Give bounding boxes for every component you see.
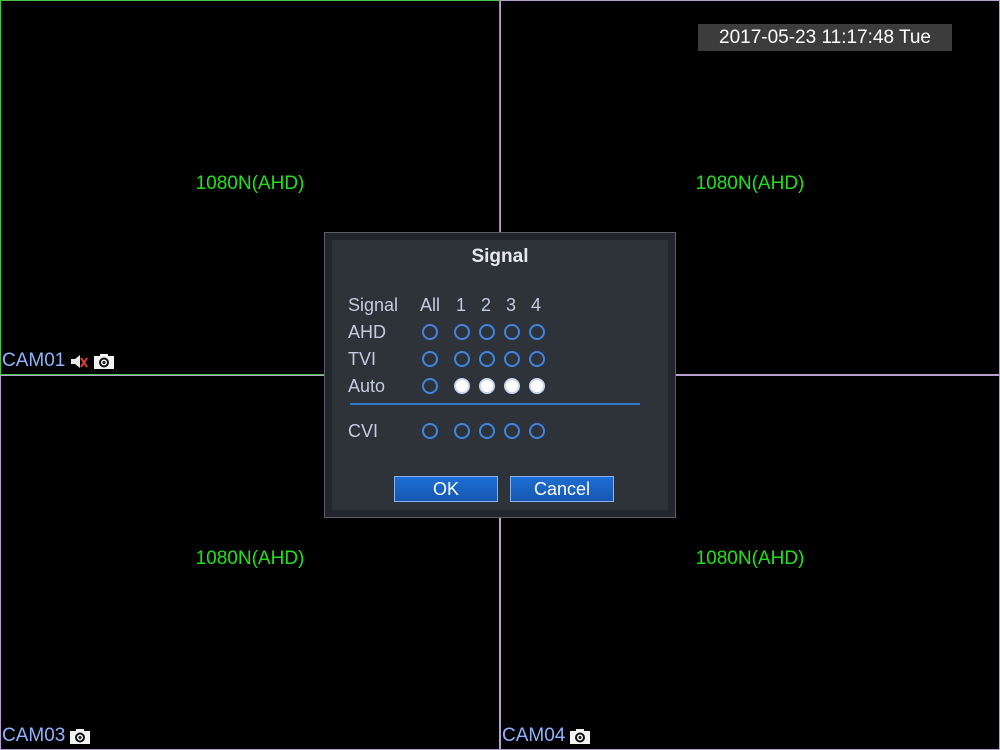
radio-cvi-channel-4[interactable] — [529, 423, 545, 439]
camera-name: CAM03 — [2, 725, 66, 746]
speaker-muted-icon — [71, 354, 89, 368]
radio-auto-channel-1[interactable] — [454, 378, 470, 394]
radio-all-ahd[interactable] — [422, 324, 438, 340]
camera-name: CAM01 — [2, 350, 66, 371]
radio-ahd-channel-3[interactable] — [504, 324, 520, 340]
radio-ahd-channel-4[interactable] — [529, 324, 545, 340]
radio-all-tvi[interactable] — [422, 351, 438, 367]
radio-tvi-channel-4[interactable] — [529, 351, 545, 367]
header-channel-2: 2 — [480, 295, 491, 315]
camera-name: CAM04 — [502, 725, 566, 746]
resolution-label: 1080N(AHD) — [695, 548, 805, 569]
radio-tvi-channel-3[interactable] — [504, 351, 520, 367]
radio-all-auto[interactable] — [422, 378, 438, 394]
radio-tvi-channel-1[interactable] — [454, 351, 470, 367]
radio-auto-channel-2[interactable] — [479, 378, 495, 394]
resolution-label: 1080N(AHD) — [195, 173, 305, 194]
datetime-display: 2017-05-23 11:17:48 Tue — [698, 24, 952, 51]
camera-record-icon — [570, 728, 591, 744]
resolution-label: 1080N(AHD) — [195, 548, 305, 569]
radio-ahd-channel-2[interactable] — [479, 324, 495, 340]
header-label: Signal — [348, 295, 399, 315]
header-all: All — [419, 295, 440, 315]
section-divider — [350, 403, 640, 405]
radio-auto-channel-3[interactable] — [504, 378, 520, 394]
header-channel-1: 1 — [455, 295, 466, 315]
camera-label: CAM03 — [2, 725, 91, 747]
cancel-button[interactable]: Cancel — [510, 476, 614, 502]
camera-record-icon — [94, 353, 115, 369]
dialog-title: Signal — [471, 246, 529, 267]
signal-type-label: CVI — [348, 421, 379, 441]
camera-label: CAM04 — [502, 725, 591, 747]
radio-all-cvi[interactable] — [422, 423, 438, 439]
signal-dialog-body: Signal Signal All 1 2 3 4 AHD TVI Auto C… — [332, 240, 668, 510]
signal-type-label: Auto — [348, 376, 386, 396]
ok-button[interactable]: OK — [394, 476, 498, 502]
radio-cvi-channel-2[interactable] — [479, 423, 495, 439]
resolution-label: 1080N(AHD) — [695, 173, 805, 194]
camera-label: CAM01 — [2, 350, 115, 372]
signal-type-label: AHD — [348, 322, 387, 342]
radio-tvi-channel-2[interactable] — [479, 351, 495, 367]
header-channel-3: 3 — [505, 295, 516, 315]
radio-cvi-channel-1[interactable] — [454, 423, 470, 439]
camera-record-icon — [70, 728, 91, 744]
header-channel-4: 4 — [530, 295, 541, 315]
radio-auto-channel-4[interactable] — [529, 378, 545, 394]
signal-type-label: TVI — [348, 349, 377, 369]
radio-cvi-channel-3[interactable] — [504, 423, 520, 439]
radio-ahd-channel-1[interactable] — [454, 324, 470, 340]
signal-dialog: Signal Signal All 1 2 3 4 AHD TVI Auto C… — [324, 232, 676, 518]
